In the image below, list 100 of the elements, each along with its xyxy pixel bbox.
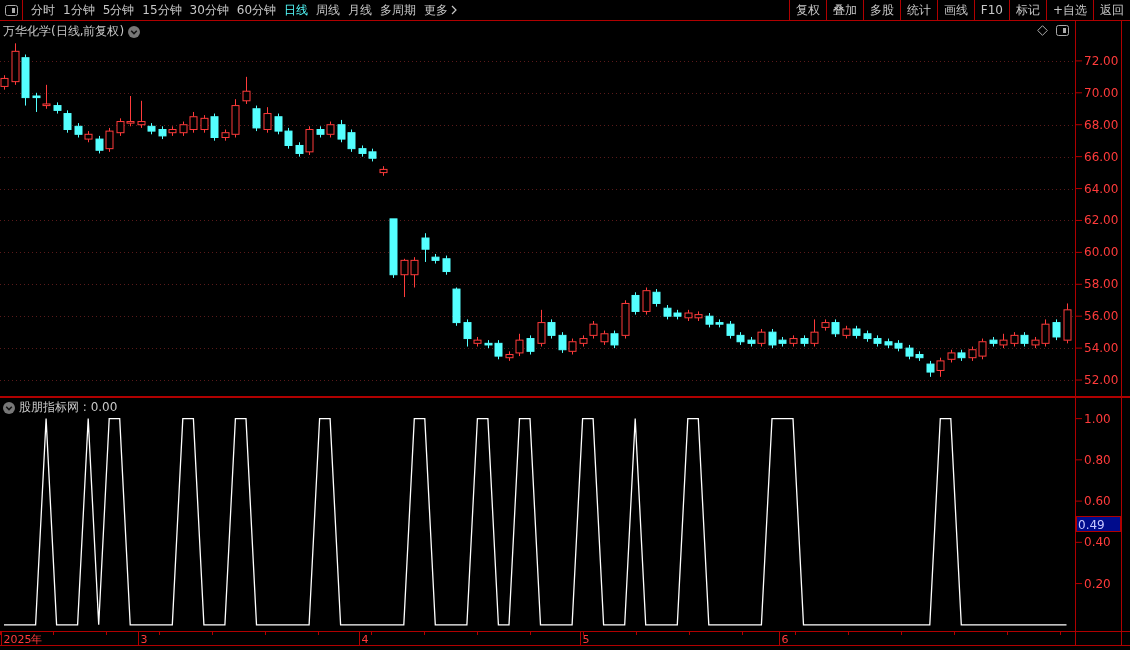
period-tab[interactable]: 月线 <box>344 0 377 20</box>
candlestick <box>610 330 619 349</box>
date-label: 3 <box>140 633 148 645</box>
candlestick <box>452 287 461 327</box>
candlestick <box>400 258 409 298</box>
date-label: 4 <box>361 633 369 645</box>
toolbar-button[interactable]: 返回 <box>1093 0 1130 20</box>
axis-label: 64.00 <box>1084 181 1119 196</box>
candlestick <box>968 346 977 362</box>
candlestick <box>947 349 956 363</box>
period-tab[interactable]: 日线 <box>280 0 313 20</box>
candlestick <box>936 357 945 378</box>
candlestick <box>1010 331 1019 348</box>
candlestick <box>263 106 272 134</box>
axis-label: 60.00 <box>1084 245 1119 260</box>
candlestick <box>347 129 356 153</box>
candlestick <box>726 320 735 340</box>
candlestick <box>694 310 703 322</box>
candlestick <box>1020 331 1029 348</box>
axis-label: 1.00 <box>1084 411 1111 426</box>
period-tab[interactable]: 多周期 <box>376 0 421 20</box>
candlestick <box>568 338 577 355</box>
candlestick <box>284 127 293 150</box>
candlestick <box>873 334 882 348</box>
candlestick <box>999 333 1008 349</box>
chevron-down-circle-icon[interactable] <box>128 25 141 38</box>
toolbar-button[interactable]: 标记 <box>1008 0 1046 20</box>
candlestick <box>915 350 924 362</box>
axis-label: 0.80 <box>1084 452 1111 467</box>
candlestick <box>526 334 535 355</box>
candlestick <box>42 84 51 110</box>
candlestick <box>274 113 283 135</box>
candlestick <box>410 256 419 288</box>
period-tab[interactable]: 60分钟 <box>232 0 281 20</box>
axis-label: 0.60 <box>1084 494 1111 509</box>
more-button[interactable]: 更多 <box>420 0 462 20</box>
toolbar-button[interactable]: F10 <box>973 0 1009 20</box>
candlestick <box>158 125 167 140</box>
candlestick <box>989 336 998 348</box>
candlestick <box>242 76 251 105</box>
axis-label: 72.00 <box>1084 53 1119 68</box>
axis-label: 56.00 <box>1084 309 1119 324</box>
candlestick <box>926 360 935 378</box>
candlestick <box>579 334 588 348</box>
toolbar-button[interactable]: 叠加 <box>825 0 863 20</box>
axis-label: 58.00 <box>1084 277 1119 292</box>
candlestick <box>368 148 377 162</box>
diamond-icon[interactable] <box>1037 25 1048 36</box>
period-tab[interactable]: 周线 <box>312 0 345 20</box>
date-label: 2025年 <box>3 633 43 645</box>
axis-label: 54.00 <box>1084 341 1119 356</box>
current-value-label: 0.49 <box>1076 516 1121 532</box>
period-tab[interactable]: 5分钟 <box>98 0 139 20</box>
date-label: 6 <box>781 633 789 645</box>
period-tab[interactable]: 30分钟 <box>185 0 233 20</box>
candlestick <box>358 144 367 158</box>
candlestick <box>11 42 20 86</box>
panel-toggle-icon[interactable] <box>4 4 18 16</box>
chevron-down-circle-icon[interactable] <box>3 401 15 414</box>
toolbar-button[interactable]: 复权 <box>788 0 826 20</box>
candlestick <box>821 318 830 332</box>
candlestick <box>842 325 851 340</box>
candlestick <box>21 54 30 107</box>
axis-label: 52.00 <box>1084 373 1119 388</box>
candlestick <box>852 325 861 340</box>
candlestick <box>252 105 261 132</box>
candlestick <box>168 125 177 137</box>
panel-toggle-icon[interactable] <box>1056 25 1069 36</box>
axis-label: 70.00 <box>1084 85 1119 100</box>
toolbar-button[interactable]: 画线 <box>936 0 974 20</box>
candlestick <box>1063 302 1072 344</box>
candlestick <box>558 331 567 354</box>
candlestick <box>442 255 451 276</box>
date-label: 5 <box>582 633 590 645</box>
candlestick <box>326 121 335 138</box>
chart-title: 万华化学(日线,前复权) <box>3 23 125 40</box>
candlestick <box>863 330 872 343</box>
candlestick <box>84 130 93 143</box>
axis-label: 66.00 <box>1084 149 1119 164</box>
period-tab[interactable]: 分时 <box>27 0 59 20</box>
toolbar-button[interactable]: 统计 <box>899 0 937 20</box>
indicator-legend: 股朋指标网 : 0.00 <box>19 399 118 416</box>
axis-label: 68.00 <box>1084 117 1119 132</box>
candlestick <box>95 135 104 154</box>
candlestick <box>1052 318 1061 341</box>
toolbar-button[interactable]: 多股 <box>862 0 900 20</box>
period-tab[interactable]: 1分钟 <box>59 0 99 20</box>
candlestick <box>831 318 840 338</box>
candlestick <box>789 334 798 348</box>
candlestick <box>600 330 609 346</box>
axis-label: 0.20 <box>1084 576 1111 591</box>
toolbar-button[interactable]: +自选 <box>1045 0 1093 20</box>
candlestick <box>32 92 41 113</box>
candlestick <box>389 218 398 279</box>
candlestick <box>884 338 893 349</box>
axis-label: 62.00 <box>1084 213 1119 228</box>
period-tab[interactable]: 15分钟 <box>138 0 186 20</box>
candlestick <box>379 165 388 177</box>
candlestick <box>105 127 114 153</box>
candlestick <box>337 119 346 143</box>
